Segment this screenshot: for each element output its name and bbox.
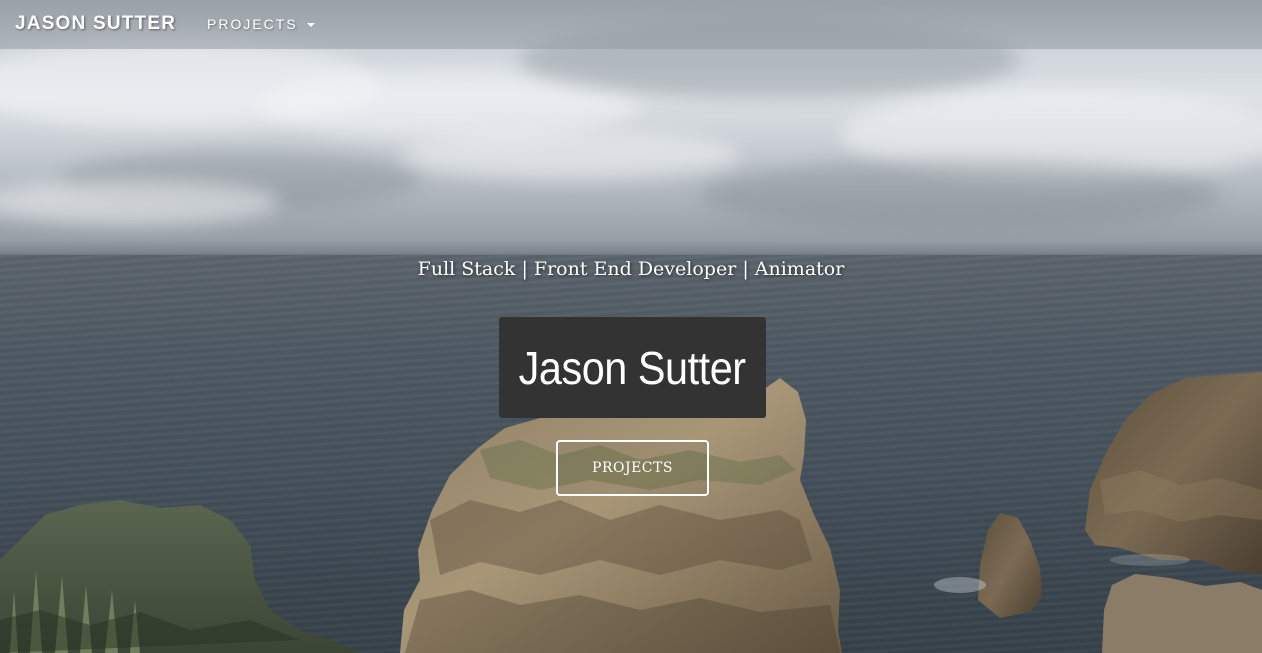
projects-menu-label: PROJECTS: [207, 16, 298, 32]
caret-down-icon: [306, 23, 315, 27]
hero-tagline: Full Stack | Front End Developer | Anima…: [417, 258, 845, 280]
projects-dropdown-toggle[interactable]: PROJECTS: [207, 16, 315, 32]
hero-title-box: Jason Sutter: [499, 317, 766, 418]
hero-title: Jason Sutter: [518, 341, 747, 394]
projects-button[interactable]: PROJECTS: [556, 440, 709, 496]
brand-logo-link[interactable]: JASON SUTTER: [15, 13, 176, 35]
top-navbar: JASON SUTTER PROJECTS: [0, 0, 1262, 49]
